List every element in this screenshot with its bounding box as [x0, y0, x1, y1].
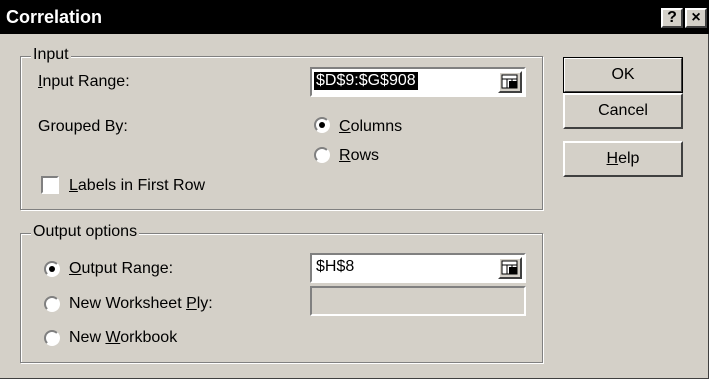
output-range-value: $H$8 — [316, 258, 355, 275]
grouped-by-label: Grouped By: — [38, 118, 128, 135]
rows-radio[interactable] — [314, 147, 330, 163]
columns-label[interactable]: Columns — [339, 118, 402, 136]
ok-button[interactable]: OK — [563, 57, 683, 93]
help-title-button[interactable]: ? — [661, 8, 683, 28]
input-range-label: Input Range: — [38, 73, 130, 90]
new-workbook-label[interactable]: New Workbook — [69, 329, 177, 347]
output-range-radio[interactable] — [44, 261, 60, 277]
close-icon: × — [691, 9, 701, 26]
output-range-collapse-button[interactable] — [498, 257, 522, 279]
columns-radio[interactable] — [314, 117, 330, 133]
new-worksheet-ply-field[interactable] — [310, 286, 526, 316]
output-group-legend: Output options — [31, 223, 140, 241]
new-worksheet-ply-label[interactable]: New Worksheet Ply: — [69, 295, 213, 313]
correlation-dialog: Correlation ? × Input Input Range: $D$9:… — [0, 0, 709, 379]
rows-label[interactable]: Rows — [339, 147, 379, 165]
range-collapse-icon — [501, 74, 518, 89]
range-collapse-icon — [501, 260, 518, 275]
input-group-legend: Input — [31, 46, 71, 64]
dialog-title: Correlation — [6, 7, 103, 27]
cancel-button[interactable]: Cancel — [563, 93, 683, 129]
input-range-field[interactable]: $D$9:$G$908 — [310, 67, 526, 97]
input-range-value: $D$9:$G$908 — [314, 72, 418, 90]
question-mark-icon: ? — [667, 9, 677, 26]
output-range-label[interactable]: Output Range: — [69, 260, 173, 278]
labels-first-row-label[interactable]: Labels in First Row — [69, 177, 205, 195]
close-button[interactable]: × — [685, 8, 707, 28]
help-button[interactable]: Help — [563, 141, 683, 177]
input-range-collapse-button[interactable] — [498, 71, 522, 93]
new-worksheet-ply-radio[interactable] — [44, 296, 60, 312]
labels-first-row-checkbox[interactable] — [41, 176, 59, 194]
output-range-field[interactable]: $H$8 — [310, 253, 526, 283]
title-bar[interactable]: Correlation ? × — [0, 0, 709, 34]
radio-selected-dot — [319, 122, 325, 128]
new-workbook-radio[interactable] — [44, 330, 60, 346]
radio-selected-dot — [49, 266, 55, 272]
